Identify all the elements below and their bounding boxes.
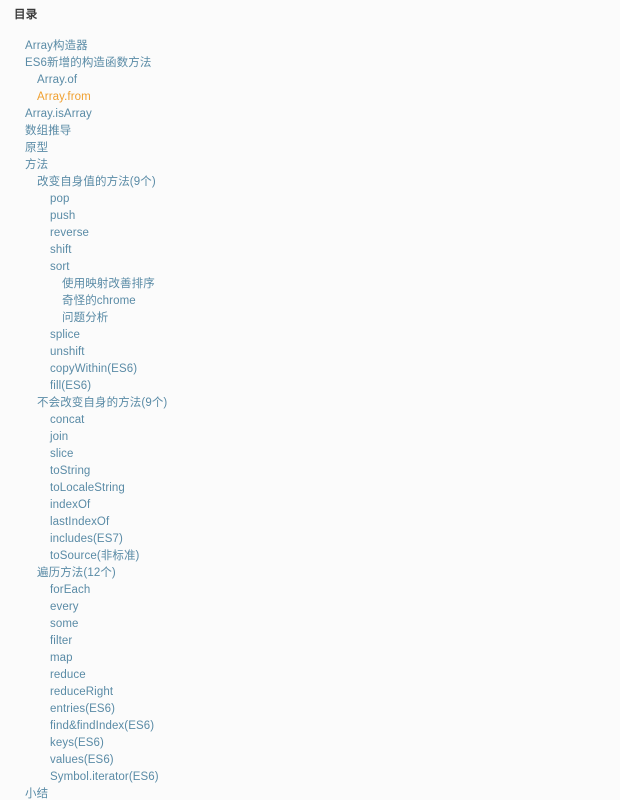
list-item: slice xyxy=(0,444,620,461)
list-item: 问题分析 xyxy=(0,308,620,325)
list-item: find&findIndex(ES6) xyxy=(0,716,620,733)
list-item: concat xyxy=(0,410,620,427)
list-item: forEach xyxy=(0,580,620,597)
page-root: 目录 Array构造器 ES6新增的构造函数方法 Array.of Array.fro… xyxy=(0,0,620,800)
list-item: fill(ES6) xyxy=(0,376,620,393)
list-item: pop xyxy=(0,189,620,206)
list-item: copyWithin(ES6) xyxy=(0,359,620,376)
list-item: toSource(非标准) xyxy=(0,546,620,563)
list-item: entries(ES6) xyxy=(0,699,620,716)
list-item: push xyxy=(0,206,620,223)
list-item: some xyxy=(0,614,620,631)
list-item: reverse xyxy=(0,223,620,240)
list-item: 不会改变自身的方法(9个) xyxy=(0,393,620,410)
list-item: reduceRight xyxy=(0,682,620,699)
list-item: 原型 xyxy=(0,138,620,155)
list-item: join xyxy=(0,427,620,444)
list-item: toLocaleString xyxy=(0,478,620,495)
list-item: Array构造器 xyxy=(0,36,620,53)
list-item: Array.of xyxy=(0,70,620,87)
list-item: ES6新增的构造函数方法 xyxy=(0,53,620,70)
list-item: shift xyxy=(0,240,620,257)
list-item: lastIndexOf xyxy=(0,512,620,529)
page-title: 目录 xyxy=(14,9,38,21)
list-item: 使用映射改善排序 xyxy=(0,274,620,291)
list-item: Array.from xyxy=(0,87,620,104)
list-item: 奇怪的chrome xyxy=(0,291,620,308)
list-item: Array.isArray xyxy=(0,104,620,121)
list-item: indexOf xyxy=(0,495,620,512)
list-item: includes(ES7) xyxy=(0,529,620,546)
list-item: keys(ES6) xyxy=(0,733,620,750)
list-item: 方法 xyxy=(0,155,620,172)
list-item: Symbol.iterator(ES6) xyxy=(0,767,620,784)
list-item: toString xyxy=(0,461,620,478)
list-item: filter xyxy=(0,631,620,648)
list-item: 数组推导 xyxy=(0,121,620,138)
list-item: every xyxy=(0,597,620,614)
list-item: values(ES6) xyxy=(0,750,620,767)
list-item: unshift xyxy=(0,342,620,359)
list-item: reduce xyxy=(0,665,620,682)
list-item: splice xyxy=(0,325,620,342)
list-item: 改变自身值的方法(9个) xyxy=(0,172,620,189)
toc-link[interactable]: 小结 xyxy=(0,786,48,800)
list-item: 遍历方法(12个) xyxy=(0,563,620,580)
toc-list: Array构造器 ES6新增的构造函数方法 Array.of Array.from Ar… xyxy=(0,36,620,800)
list-item: map xyxy=(0,648,620,665)
list-item: sort xyxy=(0,257,620,274)
table-of-contents-panel: 目录 Array构造器 ES6新增的构造函数方法 Array.of Array.fro… xyxy=(0,0,620,800)
list-item: 小结 xyxy=(0,784,620,800)
